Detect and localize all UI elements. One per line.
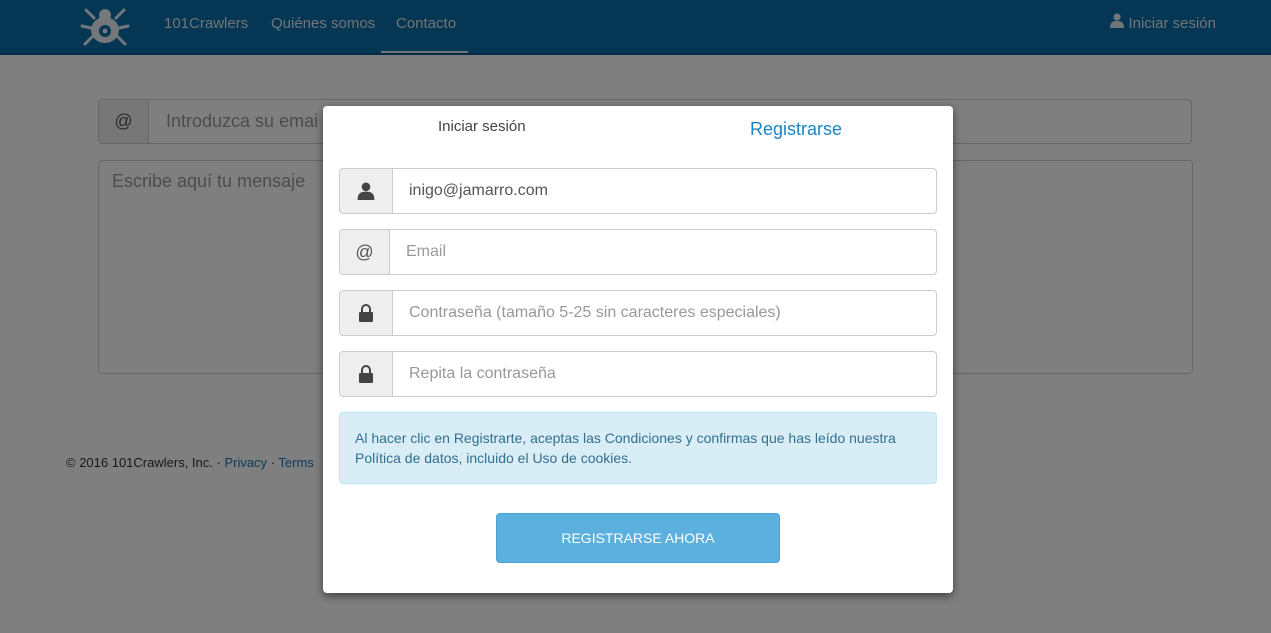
lock-icon bbox=[339, 290, 392, 336]
email-field: @ Email bbox=[339, 229, 937, 275]
password-input[interactable]: Contraseña (tamaño 5-25 sin caracteres e… bbox=[392, 290, 937, 336]
password-field: Contraseña (tamaño 5-25 sin caracteres e… bbox=[339, 290, 937, 336]
user-icon bbox=[339, 168, 392, 214]
terms-info-alert: Al hacer clic en Registrarte, aceptas la… bbox=[339, 412, 937, 484]
at-icon: @ bbox=[339, 229, 389, 275]
email-input[interactable]: Email bbox=[389, 229, 937, 275]
tab-register[interactable]: Registrarse bbox=[750, 119, 842, 140]
repeat-password-field: Repita la contraseña bbox=[339, 351, 937, 397]
repeat-password-input[interactable]: Repita la contraseña bbox=[392, 351, 937, 397]
tab-login[interactable]: Iniciar sesión bbox=[438, 118, 526, 135]
username-field: inigo@jamarro.com bbox=[339, 168, 937, 214]
register-now-button[interactable]: REGISTRARSE AHORA bbox=[496, 513, 780, 563]
lock-icon bbox=[339, 351, 392, 397]
username-input[interactable]: inigo@jamarro.com bbox=[392, 168, 937, 214]
register-modal: Iniciar sesión Registrarse inigo@jamarro… bbox=[323, 106, 953, 593]
